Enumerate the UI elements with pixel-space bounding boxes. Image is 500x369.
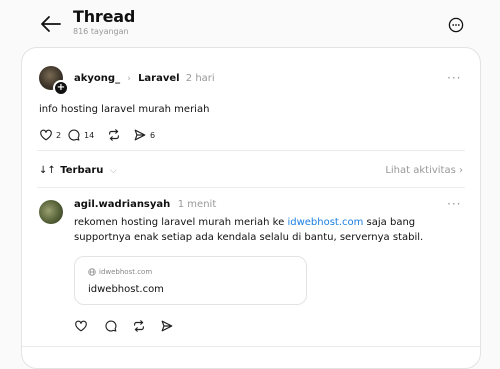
top-bar: Thread 816 tayangan xyxy=(0,0,500,46)
heart-icon xyxy=(40,129,52,141)
repost-button[interactable] xyxy=(107,127,121,143)
view-activity-label: Lihat aktivitas xyxy=(385,165,456,176)
post-community[interactable]: Laravel xyxy=(138,73,180,84)
reply-text-part: rekomen hosting laravel murah meriah ke xyxy=(74,217,288,228)
repost-icon xyxy=(109,129,119,141)
globe-icon xyxy=(88,268,96,276)
thread-card: + akyong_ › Laravel 2 hari ··· info host… xyxy=(21,47,481,369)
divider xyxy=(22,346,480,347)
reply-link[interactable]: idwebhost.com xyxy=(287,217,363,228)
comment-count: 14 xyxy=(84,130,95,140)
comment-button[interactable]: 14 xyxy=(67,127,94,143)
sort-label: Terbaru xyxy=(60,165,104,176)
back-arrow-icon[interactable] xyxy=(40,14,62,34)
more-dots-icon[interactable]: ··· xyxy=(447,71,461,85)
like-button[interactable] xyxy=(74,318,88,334)
comment-icon xyxy=(105,320,117,332)
chevron-down-icon: ⌵ xyxy=(109,166,117,176)
link-title: idwebhost.com xyxy=(88,284,164,295)
chevron-right-icon: › xyxy=(127,74,131,84)
post-time: 2 hari xyxy=(185,73,215,84)
reply-username[interactable]: agil.wadriansyah xyxy=(74,199,170,210)
link-preview-card[interactable]: idwebhost.com idwebhost.com xyxy=(74,256,307,305)
comment-icon xyxy=(68,129,80,141)
repost-button[interactable] xyxy=(132,318,146,334)
chevron-right-icon: › xyxy=(459,165,463,176)
share-count: 6 xyxy=(150,130,156,140)
divider xyxy=(37,187,465,188)
sort-icon: ↓↑ xyxy=(39,165,56,176)
link-domain: idwebhost.com xyxy=(88,268,152,276)
post-meta: akyong_ › Laravel 2 hari xyxy=(74,73,215,84)
divider xyxy=(37,150,465,151)
view-activity-link[interactable]: Lihat aktivitas › xyxy=(385,165,463,176)
send-icon xyxy=(134,129,146,141)
share-button[interactable]: 6 xyxy=(133,127,155,143)
follow-plus-icon[interactable]: + xyxy=(53,80,69,96)
like-count: 2 xyxy=(56,130,62,140)
reply-time: 1 menit xyxy=(177,199,217,210)
send-icon xyxy=(161,320,173,332)
more-circle-icon[interactable] xyxy=(448,17,464,33)
more-dots-icon[interactable]: ··· xyxy=(447,197,461,211)
share-button[interactable] xyxy=(160,318,174,334)
post-username[interactable]: akyong_ xyxy=(74,73,120,84)
page-title: Thread xyxy=(73,7,136,26)
sort-dropdown[interactable]: ↓↑ Terbaru ⌵ xyxy=(39,165,117,176)
avatar[interactable] xyxy=(39,200,63,224)
reply-text: rekomen hosting laravel murah meriah ke … xyxy=(74,215,469,245)
reply-meta: agil.wadriansyah 1 menit xyxy=(74,199,216,210)
comment-button[interactable] xyxy=(104,318,118,334)
like-button[interactable]: 2 xyxy=(39,127,61,143)
view-count: 816 tayangan xyxy=(73,27,129,36)
heart-icon xyxy=(75,320,87,332)
post-text: info hosting laravel murah meriah xyxy=(39,104,210,115)
link-domain-text: idwebhost.com xyxy=(99,268,153,276)
repost-icon xyxy=(134,320,144,332)
